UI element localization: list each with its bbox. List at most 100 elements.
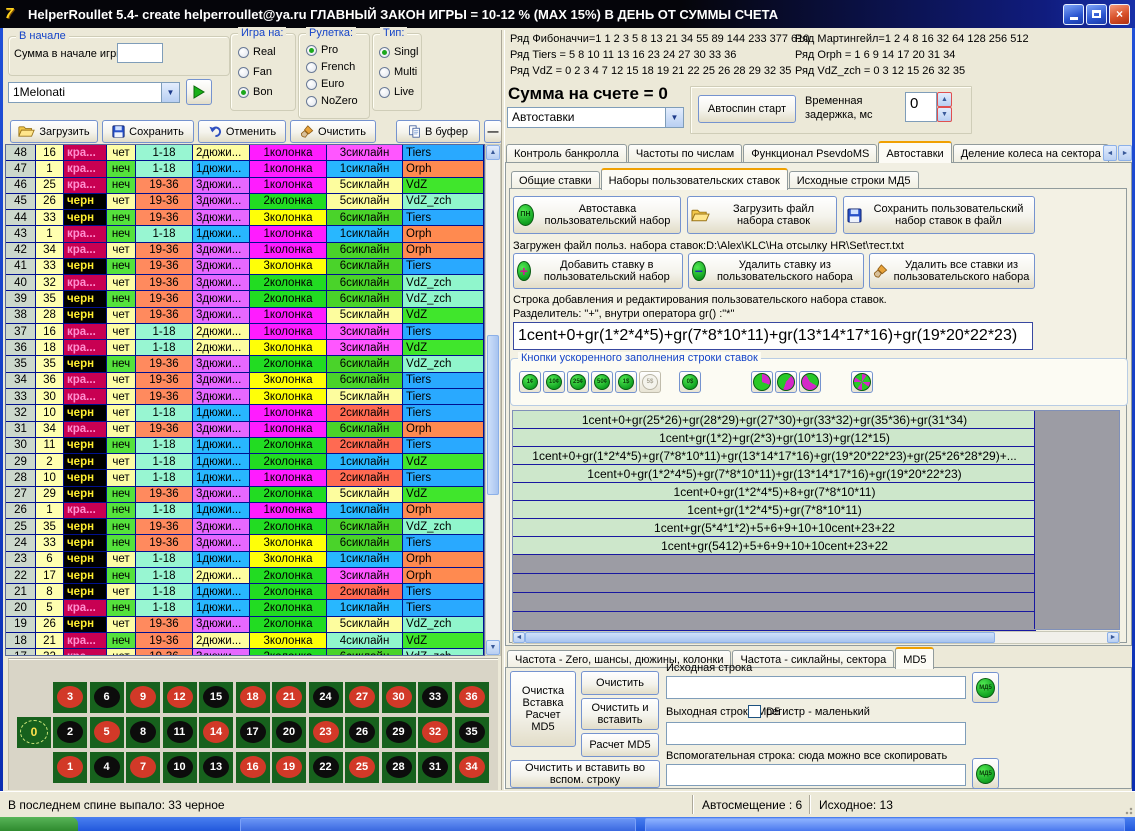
board-cell-25[interactable]: 25 (345, 752, 379, 783)
strategy-combo[interactable]: 1Melonati ▼ (8, 82, 180, 103)
spin-row[interactable]: 3330кра...чет19-363дюжи...3колонка5сикла… (6, 389, 484, 405)
radio-singl[interactable]: Singl (379, 46, 418, 58)
hscrollbar-thumb[interactable] (525, 632, 995, 643)
spin-row[interactable]: 2810чернчет1-181дюжи...1колонка2сиклайнT… (6, 470, 484, 486)
board-cell-34[interactable]: 34 (455, 752, 489, 783)
windows-taskbar[interactable] (0, 817, 1135, 831)
radio-nozero[interactable]: NoZero (306, 95, 358, 107)
board-cell-1[interactable]: 1 (53, 752, 87, 783)
spin-row[interactable]: 2535черннеч19-363дюжи...2колонка6сиклайн… (6, 519, 484, 535)
load-set-file-button[interactable]: Загрузить файл набора ставок (687, 196, 837, 234)
quick-coin-50¢-button[interactable]: 50¢ (591, 371, 613, 393)
save-button[interactable]: Сохранить (102, 120, 194, 143)
close-button[interactable]: × (1109, 4, 1130, 25)
board-cell-19[interactable]: 19 (272, 752, 306, 783)
spin-row[interactable]: 431кра...неч1-181дюжи...1колонка1сиклайн… (6, 226, 484, 242)
chevron-down-icon[interactable]: ▼ (161, 83, 179, 102)
bet-list-item[interactable]: 1cent+0+gr(1*2*4*5)+gr(7*8*10*11)+gr(13*… (513, 465, 1036, 483)
bet-list-empty-row[interactable] (513, 574, 1036, 593)
md5-clear-paste-aux-button[interactable]: Очистить и вставить во вспом. строку (510, 760, 660, 788)
board-cell-13[interactable]: 13 (199, 752, 233, 783)
board-cell-11[interactable]: 11 (163, 717, 197, 748)
md5-clear-paste-button[interactable]: Очистить и вставить (581, 698, 659, 730)
bet-list-empty-row[interactable] (513, 555, 1036, 574)
spin-row[interactable]: 3828чернчет19-363дюжи...1колонка5сиклайн… (6, 308, 484, 324)
board-cell-21[interactable]: 21 (272, 682, 306, 713)
board-cell-36[interactable]: 36 (455, 682, 489, 713)
spin-row[interactable]: 1732кра...чет19-363дюжи...2колонка6сикла… (6, 649, 484, 656)
copy-buffer-button[interactable]: В буфер (396, 120, 480, 143)
bet-list-hscrollbar[interactable]: ◄ ► (512, 631, 1120, 644)
board-cell-16[interactable]: 16 (236, 752, 270, 783)
radio-euro[interactable]: Euro (306, 78, 344, 90)
board-cell-24[interactable]: 24 (309, 682, 343, 713)
bet-list-item[interactable]: 1cent+0+gr(25*26)+gr(28*29)+gr(27*30)+gr… (513, 411, 1036, 429)
bet-list-empty-row[interactable] (513, 593, 1036, 612)
radio-fan[interactable]: Fan (238, 66, 272, 78)
spin-row[interactable]: 292чернчет1-181дюжи...2колонка1сиклайнVd… (6, 454, 484, 470)
scroll-down-icon[interactable]: ▼ (486, 640, 500, 655)
board-cell-3[interactable]: 3 (53, 682, 87, 713)
start-button[interactable] (0, 817, 78, 831)
board-cell-20[interactable]: 20 (272, 717, 306, 748)
spinner-up-icon[interactable]: ▲ (937, 92, 952, 107)
sub-tab-1[interactable]: Наборы пользовательских ставок (601, 168, 788, 190)
spin-row[interactable]: 3134кра...чет19-363дюжи...1колонка6сикла… (6, 422, 484, 438)
main-tab-3[interactable]: Автоставки (878, 141, 951, 163)
resize-grip[interactable] (1123, 805, 1133, 815)
minimize-button[interactable] (1063, 4, 1084, 25)
remove-bet-button[interactable]: − Удалить ставку из пользовательского на… (688, 253, 864, 289)
bet-list-item[interactable]: 1cent+gr(5412)+5+6+9+10+10cent+23+22 (513, 537, 1036, 555)
spin-row[interactable]: 4816кра...чет1-182дюжи...1колонка3сиклай… (6, 145, 484, 161)
board-cell-35[interactable]: 35 (455, 717, 489, 748)
md5-clear-button[interactable]: Очистить (581, 671, 659, 695)
quick-pie3-9-button[interactable] (799, 371, 821, 393)
main-tab-2[interactable]: Функционал PsevdoMS (743, 144, 877, 163)
board-cell-26[interactable]: 26 (345, 717, 379, 748)
save-set-file-button[interactable]: Сохранить пользовательский набор ставок … (843, 196, 1035, 234)
spin-row[interactable]: 2217черннеч1-182дюжи...2колонка3сиклайнO… (6, 568, 484, 584)
spin-row[interactable]: 3535черннеч19-363дюжи...2колонка6сиклайн… (6, 356, 484, 372)
taskbar-item-active[interactable] (645, 818, 1125, 831)
scrollbar-thumb[interactable] (487, 335, 499, 495)
spin-row[interactable]: 261кра...неч1-181дюжи...1колонка1сиклайн… (6, 503, 484, 519)
spin-row[interactable]: 205кра...неч1-181дюжи...2колонка1сиклайн… (6, 600, 484, 616)
spin-row[interactable]: 3935черннеч19-363дюжи...2колонка6сиклайн… (6, 291, 484, 307)
mode-combo[interactable]: Автоставки ▼ (507, 107, 684, 128)
md5-source-input[interactable] (666, 676, 966, 699)
radio-pro[interactable]: Pro (306, 44, 338, 56)
spin-row[interactable]: 236чернчет1-181дюжи...3колонка1сиклайнOr… (6, 552, 484, 568)
spin-row[interactable]: 218чернчет1-181дюжи...2колонка2сиклайнTi… (6, 584, 484, 600)
spin-row[interactable]: 4625кра...неч19-363дюжи...1колонка5сикла… (6, 178, 484, 194)
spin-table-scrollbar[interactable]: ▲ ▼ (485, 144, 501, 656)
md5-calc-aux-button[interactable]: МД5 (972, 758, 999, 789)
board-cell-15[interactable]: 15 (199, 682, 233, 713)
md5-output-input[interactable] (666, 722, 966, 745)
add-bet-button[interactable]: + Добавить ставку в пользовательский наб… (513, 253, 683, 289)
board-cell-22[interactable]: 22 (309, 752, 343, 783)
case-checkbox[interactable] (748, 705, 761, 718)
board-cell-6[interactable]: 6 (90, 682, 124, 713)
md5-aux-input[interactable] (666, 764, 966, 786)
board-cell-27[interactable]: 27 (345, 682, 379, 713)
scroll-right-icon[interactable]: ► (1107, 632, 1119, 643)
bet-list-item[interactable]: 1cent+0+gr(1*2*4*5)+gr(7*8*10*11)+gr(13*… (513, 447, 1036, 465)
load-button[interactable]: Загрузить (10, 120, 98, 143)
freq-tab-2[interactable]: MD5 (895, 647, 934, 669)
spin-row[interactable]: 3210чернчет1-181дюжи...1колонка2сиклайнT… (6, 405, 484, 421)
main-tab-1[interactable]: Частоты по числам (628, 144, 742, 163)
board-cell-14[interactable]: 14 (199, 717, 233, 748)
board-cell-8[interactable]: 8 (126, 717, 160, 748)
bet-list-item[interactable]: 1cent+gr(1*2*4*5)+gr(7*8*10*11) (513, 501, 1036, 519)
board-cell-23[interactable]: 23 (309, 717, 343, 748)
bet-list-item[interactable]: 1cent+gr(1*2)+gr(2*3)+gr(10*13)+gr(12*15… (513, 429, 1036, 447)
board-cell-33[interactable]: 33 (418, 682, 452, 713)
board-cell-32[interactable]: 32 (418, 717, 452, 748)
board-cell-0[interactable]: 0 (17, 717, 51, 748)
spin-row[interactable]: 2729черннеч19-363дюжи...2колонка5сиклайн… (6, 487, 484, 503)
quick-coin-10¢-button[interactable]: 10¢ (543, 371, 565, 393)
spin-row[interactable]: 3011черннеч1-181дюжи...2колонка2сиклайнT… (6, 438, 484, 454)
taskbar-item[interactable] (240, 818, 636, 831)
radio-bon[interactable]: Bon (238, 86, 273, 98)
quick-coin-0$-button[interactable]: 0$ (679, 371, 701, 393)
